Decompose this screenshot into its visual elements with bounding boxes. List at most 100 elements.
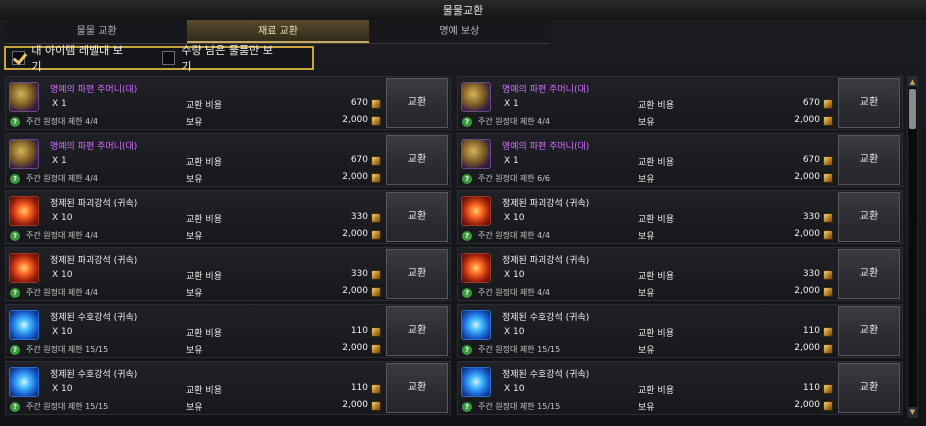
owned-label: 보유 (638, 289, 655, 299)
exchange-button[interactable]: 교환 (386, 306, 448, 356)
owned-label: 보유 (638, 232, 655, 242)
item-name: 정제된 수호강석 (귀속) (50, 313, 138, 323)
exchange-cost-value: 110 (350, 383, 368, 393)
scroll-down-icon[interactable]: ▼ (908, 407, 917, 417)
item-quantity: X 10 (52, 213, 73, 223)
item-column-right: 명예의 파편 주머니(대) X 1 ? 주간 원정대 제한 4/4 교환 비용 … (457, 76, 903, 418)
exchange-button[interactable]: 교환 (838, 306, 900, 356)
exchange-cost-value: 330 (350, 212, 368, 222)
owned-value: 2,000 (794, 172, 820, 182)
question-icon[interactable]: ? (462, 401, 472, 412)
item-quantity: X 1 (504, 99, 519, 109)
tab-honor-reward[interactable]: 명예 보상 (368, 20, 550, 43)
honor-coin-icon (371, 270, 381, 280)
honor-coin-icon (371, 230, 381, 240)
owned-label: 보유 (186, 232, 203, 242)
exchange-item-row: 정제된 수호강석 (귀속) X 10 ? 주간 원정대 제한 15/15 교환 … (457, 304, 903, 358)
item-name: 명예의 파편 주머니(대) (50, 85, 138, 95)
item-quantity: X 10 (52, 270, 73, 280)
item-column-left: 명예의 파편 주머니(대) X 1 ? 주간 원정대 제한 4/4 교환 비용 … (5, 76, 451, 418)
question-icon[interactable]: ? (10, 116, 20, 127)
weekly-limit: ? 주간 원정대 제한 6/6 (462, 173, 550, 184)
owned-label: 보유 (186, 118, 203, 128)
weekly-limit: ? 주간 원정대 제한 15/15 (462, 401, 560, 412)
honor-shard-pouch-icon (461, 139, 491, 169)
item-quantity: X 10 (52, 384, 73, 394)
weekly-limit-text: 주간 원정대 제한 6/6 (478, 174, 551, 183)
question-icon[interactable]: ? (10, 344, 20, 355)
item-name: 명예의 파편 주머니(대) (502, 142, 590, 152)
weekly-limit-text: 주간 원정대 제한 4/4 (26, 288, 99, 297)
weekly-limit: ? 주간 원정대 제한 4/4 (10, 116, 98, 127)
item-name: 정제된 수호강석 (귀속) (50, 370, 138, 380)
question-icon[interactable]: ? (10, 287, 20, 298)
question-icon[interactable]: ? (10, 230, 20, 241)
question-icon[interactable]: ? (10, 401, 20, 412)
exchange-button[interactable]: 교환 (386, 78, 448, 128)
exchange-button[interactable]: 교환 (386, 192, 448, 242)
destruction-stone-icon (461, 196, 491, 226)
honor-coin-icon (823, 270, 833, 280)
exchange-button[interactable]: 교환 (386, 363, 448, 413)
honor-coin-icon (371, 99, 381, 109)
exchange-item-grid: 명예의 파편 주머니(대) X 1 ? 주간 원정대 제한 4/4 교환 비용 … (5, 76, 903, 418)
weekly-limit: ? 주간 원정대 제한 4/4 (462, 116, 550, 127)
exchange-button[interactable]: 교환 (838, 363, 900, 413)
owned-label: 보유 (638, 346, 655, 356)
scroll-thumb[interactable] (909, 89, 916, 129)
exchange-cost-label: 교환 비용 (186, 386, 222, 396)
weekly-limit: ? 주간 원정대 제한 15/15 (10, 401, 108, 412)
guardian-stone-icon (9, 310, 39, 340)
weekly-limit-text: 주간 원정대 제한 15/15 (478, 345, 561, 354)
exchange-cost-value: 110 (802, 383, 820, 393)
owned-value: 2,000 (794, 343, 820, 353)
exchange-cost-value: 330 (350, 269, 368, 279)
exchange-button[interactable]: 교환 (838, 78, 900, 128)
exchange-item-row: 정제된 파괴강석 (귀속) X 10 ? 주간 원정대 제한 4/4 교환 비용… (457, 190, 903, 244)
honor-coin-icon (823, 156, 833, 166)
honor-coin-icon (823, 287, 833, 297)
item-name: 정제된 파괴강석 (귀속) (50, 256, 138, 266)
exchange-button[interactable]: 교환 (838, 249, 900, 299)
owned-label: 보유 (638, 175, 655, 185)
item-quantity: X 1 (504, 156, 519, 166)
honor-coin-icon (371, 116, 381, 126)
exchange-cost-value: 670 (802, 155, 820, 165)
filter-my-item-level[interactable]: 내 아이템 레벨대 보기 (12, 42, 128, 74)
tab-material-exchange[interactable]: 재료 교환 (187, 20, 369, 43)
question-icon[interactable]: ? (462, 287, 472, 298)
honor-shard-pouch-icon (9, 139, 39, 169)
exchange-button[interactable]: 교환 (386, 135, 448, 185)
owned-value: 2,000 (342, 172, 368, 182)
honor-coin-icon (823, 384, 833, 394)
question-icon[interactable]: ? (462, 344, 472, 355)
exchange-cost-value: 670 (802, 98, 820, 108)
exchange-cost-label: 교환 비용 (638, 101, 674, 111)
exchange-cost-label: 교환 비용 (186, 215, 222, 225)
exchange-button[interactable]: 교환 (386, 249, 448, 299)
exchange-button[interactable]: 교환 (838, 192, 900, 242)
owned-value: 2,000 (794, 286, 820, 296)
scrollbar[interactable]: ▲ ▼ (907, 76, 918, 418)
honor-coin-icon (371, 287, 381, 297)
filter-remaining-qty[interactable]: 수량 남은 물품만 보기 (162, 42, 278, 74)
exchange-cost-value: 330 (802, 269, 820, 279)
owned-label: 보유 (186, 289, 203, 299)
question-icon[interactable]: ? (462, 173, 472, 184)
exchange-item-row: 명예의 파편 주머니(대) X 1 ? 주간 원정대 제한 4/4 교환 비용 … (5, 133, 451, 187)
weekly-limit-text: 주간 원정대 제한 4/4 (478, 231, 551, 240)
scroll-up-icon[interactable]: ▲ (908, 77, 917, 87)
weekly-limit-text: 주간 원정대 제한 4/4 (26, 117, 99, 126)
honor-shard-pouch-icon (461, 82, 491, 112)
question-icon[interactable]: ? (462, 116, 472, 127)
checkbox-empty-icon[interactable] (162, 51, 176, 65)
tab-barter[interactable]: 물물 교환 (6, 20, 188, 43)
question-icon[interactable]: ? (10, 173, 20, 184)
question-icon[interactable]: ? (462, 230, 472, 241)
exchange-button[interactable]: 교환 (838, 135, 900, 185)
weekly-limit: ? 주간 원정대 제한 4/4 (462, 230, 550, 241)
exchange-item-row: 명예의 파편 주머니(대) X 1 ? 주간 원정대 제한 4/4 교환 비용 … (457, 76, 903, 130)
item-name: 정제된 수호강석 (귀속) (502, 313, 590, 323)
checkbox-checked-icon[interactable] (12, 51, 26, 65)
title-bar: 물물교환 (0, 0, 926, 20)
